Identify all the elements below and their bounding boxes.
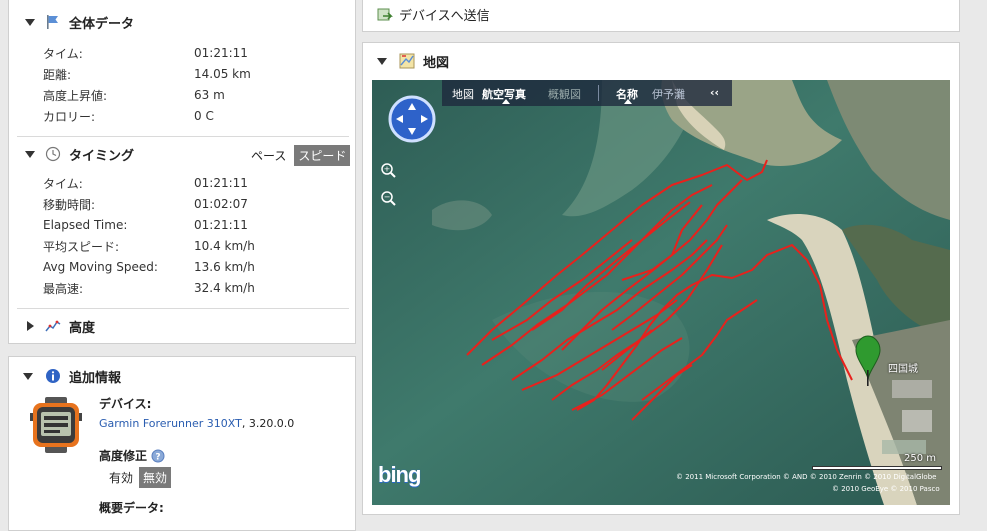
timing-section-header[interactable]: タイミング	[9, 144, 134, 164]
map-copyright-2: © 2010 GeoEye © 2010 Pasco	[832, 485, 940, 493]
collapse-triangle-icon[interactable]	[377, 57, 387, 65]
stat-label: タイム:	[43, 176, 83, 191]
pace-option[interactable]: ペース	[247, 145, 290, 166]
help-icon[interactable]: ?	[151, 449, 165, 463]
birds-eye-button[interactable]: 概観図	[548, 86, 581, 102]
stat-row: 高度上昇値: 63 m	[43, 86, 225, 104]
stat-value: 01:02:07	[194, 197, 248, 211]
toolbar-divider	[598, 85, 599, 101]
flag-icon	[45, 14, 61, 30]
stat-value: 0 C	[194, 109, 214, 123]
zoom-out-button[interactable]: −	[380, 190, 396, 206]
bing-logo: bing	[378, 462, 421, 487]
info-icon	[45, 368, 61, 384]
device-image	[29, 397, 85, 453]
start-marker-icon[interactable]	[855, 335, 881, 386]
send-to-device-button[interactable]: デバイスへ送信	[377, 5, 490, 24]
stat-row: 距離: 14.05 km	[43, 65, 251, 83]
elevation-chart-icon	[45, 318, 61, 334]
extra-info-panel: 追加情報 デバイス: Garmin Forerunner 310XT, 3.20…	[8, 356, 356, 531]
collapse-triangle-icon[interactable]	[25, 18, 35, 26]
stat-label: タイム:	[43, 46, 83, 61]
speed-option[interactable]: スピード	[294, 145, 351, 166]
elevation-correction-row: 高度修正 ?	[99, 447, 165, 464]
device-info: Garmin Forerunner 310XT, 3.20.0.0	[99, 417, 294, 430]
elevation-correction-toggle[interactable]: 有効 無効	[105, 467, 172, 488]
stat-value: 01:21:11	[194, 176, 248, 190]
map-panel: 地図 地図 航空写真 概観図 名称 伊予灘 ‹‹ + − 四国城 250 m ©…	[362, 42, 960, 515]
map-toolbar: 地図 航空写真 概観図 名称 伊予灘 ‹‹	[442, 80, 732, 106]
elevation-correction-label: 高度修正	[99, 449, 148, 463]
stat-value: 63 m	[194, 88, 225, 102]
send-device-icon	[377, 7, 393, 23]
stat-label: 距離:	[43, 67, 72, 82]
collapse-triangle-icon[interactable]	[25, 150, 35, 158]
device-version: , 3.20.0.0	[241, 417, 295, 430]
map-view-button[interactable]: 地図	[452, 86, 474, 102]
activity-summary-panel: 全体データ タイム: 01:21:11 距離: 14.05 km 高度上昇値: 63 …	[8, 0, 356, 344]
device-link[interactable]: Garmin Forerunner 310XT	[99, 417, 242, 430]
stat-label: カロリー:	[43, 109, 96, 124]
stat-label: Avg Moving Speed:	[43, 260, 158, 274]
timing-title: タイミング	[69, 148, 135, 164]
divider	[17, 308, 349, 309]
stat-row: 平均スピード: 10.4 km/h	[43, 237, 255, 255]
labels-caret-icon	[624, 99, 632, 104]
stat-row: 移動時間: 01:02:07	[43, 195, 248, 213]
send-to-device-label: デバイスへ送信	[399, 9, 490, 24]
svg-text:?: ?	[155, 452, 160, 462]
extra-info-section-header[interactable]: 追加情報	[9, 366, 121, 386]
elevation-off-option[interactable]: 無効	[139, 467, 172, 488]
scale-label: 250 m	[903, 453, 936, 464]
stat-label: 最高速:	[43, 281, 84, 296]
elevation-title: 高度	[69, 320, 96, 336]
stat-row: カロリー: 0 C	[43, 107, 214, 125]
stat-label: 移動時間:	[43, 197, 96, 212]
scale-line	[812, 466, 942, 470]
map-place-label: 伊予灘	[652, 88, 685, 101]
stat-row: Avg Moving Speed: 13.6 km/h	[43, 258, 255, 276]
overall-section-header[interactable]: 全体データ	[9, 12, 134, 32]
pan-control[interactable]	[388, 95, 436, 143]
expand-triangle-icon[interactable]	[27, 321, 34, 331]
divider	[17, 136, 349, 137]
stat-value: 32.4 km/h	[194, 281, 255, 295]
map-title: 地図	[423, 55, 450, 71]
stat-row: タイム: 01:21:11	[43, 44, 248, 62]
active-caret-icon	[502, 99, 510, 104]
zoom-out-symbol: −	[384, 193, 391, 202]
stat-value: 14.05 km	[194, 67, 251, 81]
map-copyright: © 2011 Microsoft Corporation © AND © 201…	[676, 473, 937, 481]
zoom-in-button[interactable]: +	[380, 162, 396, 178]
stat-row: 最高速: 32.4 km/h	[43, 279, 255, 297]
zoom-in-symbol: +	[384, 165, 391, 174]
summary-data-label: 概要データ:	[99, 501, 164, 515]
stat-row: タイム: 01:21:11	[43, 174, 248, 192]
stat-label: 平均スピード:	[43, 239, 120, 254]
map-icon	[399, 53, 415, 69]
stat-value: 13.6 km/h	[194, 260, 255, 274]
map-canvas[interactable]: 地図 航空写真 概観図 名称 伊予灘 ‹‹ + − 四国城 250 m © 20…	[372, 80, 950, 505]
extra-info-title: 追加情報	[69, 370, 122, 386]
stat-value: 01:21:11	[194, 46, 248, 60]
map-place-name: 四国城	[888, 364, 918, 375]
gps-track	[466, 159, 881, 421]
map-section-header[interactable]: 地図	[363, 51, 449, 71]
stat-value: 10.4 km/h	[194, 239, 255, 253]
overall-title: 全体データ	[69, 16, 135, 32]
stat-row: Elapsed Time: 01:21:11	[43, 216, 248, 234]
collapse-triangle-icon[interactable]	[23, 372, 33, 380]
collapse-toolbar-button[interactable]: ‹‹	[710, 86, 719, 99]
stat-value: 01:21:11	[194, 218, 248, 232]
elevation-section-header[interactable]: 高度	[9, 316, 95, 336]
stat-label: 高度上昇値:	[43, 88, 108, 103]
pace-speed-toggle[interactable]: ペース スピード	[247, 145, 351, 166]
send-to-device-bar: デバイスへ送信	[362, 0, 960, 32]
stat-label: Elapsed Time:	[43, 218, 128, 232]
device-label: デバイス:	[99, 397, 152, 411]
clock-icon	[45, 146, 61, 162]
elevation-on-option[interactable]: 有効	[105, 467, 137, 488]
